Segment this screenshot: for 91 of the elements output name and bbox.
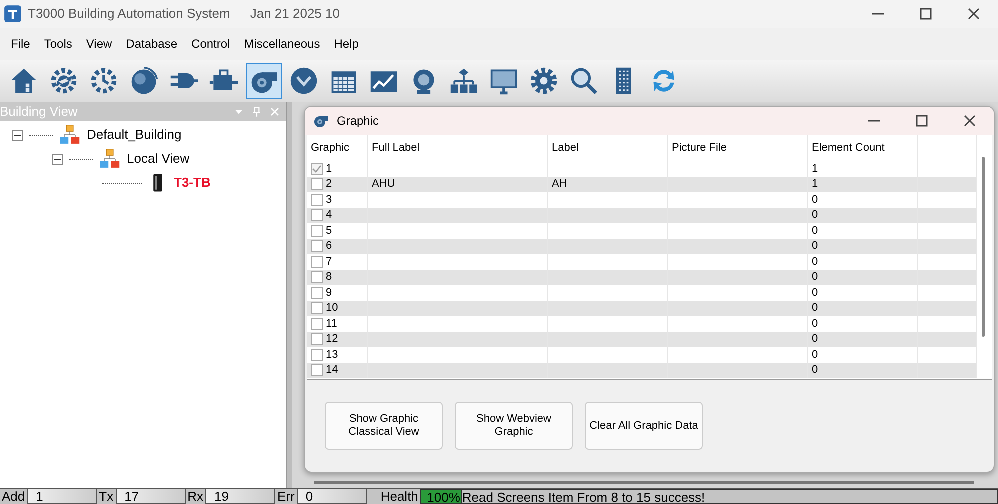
status-field: 17 bbox=[116, 489, 186, 504]
row-number: 8 bbox=[326, 270, 332, 285]
minus-icon[interactable] bbox=[54, 158, 61, 160]
row-number: 4 bbox=[326, 208, 332, 223]
column-header[interactable]: Label bbox=[548, 135, 668, 161]
tree-item[interactable]: T3-TB bbox=[174, 173, 211, 193]
action-button[interactable]: Show Webview Graphic bbox=[455, 402, 573, 450]
expander-toggle[interactable] bbox=[12, 130, 23, 140]
tree-item[interactable]: Default_Building bbox=[87, 125, 182, 145]
minimize-icon bbox=[868, 120, 880, 122]
window-date: Jan 21 2025 10 bbox=[250, 5, 340, 24]
maximize-icon bbox=[920, 8, 932, 20]
menu-item[interactable]: View bbox=[79, 35, 120, 53]
checkbox[interactable] bbox=[311, 333, 323, 346]
status-label: Rx bbox=[186, 489, 204, 504]
dial-icon bbox=[129, 66, 159, 96]
toolbar-button[interactable] bbox=[246, 63, 282, 99]
menu-item[interactable]: Miscellaneous bbox=[237, 35, 328, 53]
checkbox[interactable] bbox=[311, 224, 323, 237]
menu-item[interactable]: Database bbox=[119, 35, 185, 53]
checkbox[interactable] bbox=[311, 178, 323, 190]
status-label: Health bbox=[380, 489, 420, 504]
column-header[interactable]: Full Label bbox=[368, 135, 548, 161]
column-header[interactable]: Picture File bbox=[668, 135, 808, 161]
table-cell: 0 bbox=[808, 332, 918, 347]
checkbox[interactable] bbox=[311, 271, 323, 284]
action-button[interactable]: Show Graphic Classical View bbox=[325, 402, 443, 450]
status-field: 1 bbox=[27, 489, 98, 504]
minimize-icon bbox=[872, 13, 884, 15]
tree-item[interactable]: Local View bbox=[127, 149, 190, 169]
gear-clock-icon bbox=[89, 66, 119, 96]
status-field: 19 bbox=[205, 489, 276, 504]
table-cell: 0 bbox=[808, 208, 918, 223]
checkbox[interactable] bbox=[311, 240, 323, 252]
menu-item[interactable]: Help bbox=[327, 35, 366, 53]
checkbox[interactable] bbox=[311, 162, 323, 175]
column-header[interactable]: Element Count bbox=[808, 135, 918, 161]
scrollbar[interactable] bbox=[314, 481, 974, 484]
row-number: 1 bbox=[326, 162, 332, 176]
checkbox[interactable] bbox=[311, 286, 323, 299]
menu-item[interactable]: Control bbox=[184, 35, 238, 53]
gear-icon bbox=[529, 66, 559, 96]
close-icon bbox=[968, 8, 980, 20]
close-icon bbox=[964, 115, 976, 127]
table-cell: 0 bbox=[808, 270, 918, 285]
table-cell: 0 bbox=[808, 362, 918, 378]
maximize-icon bbox=[916, 115, 928, 127]
table-cell: AHU bbox=[368, 176, 548, 192]
column-header[interactable]: Graphic bbox=[307, 135, 368, 161]
row-number: 3 bbox=[326, 192, 332, 208]
table-cell: AH bbox=[548, 176, 668, 192]
network-icon bbox=[449, 66, 479, 96]
home-icon bbox=[9, 66, 39, 96]
row-number: 14 bbox=[326, 363, 338, 378]
checkbox[interactable] bbox=[311, 348, 323, 361]
menu-item[interactable]: File bbox=[4, 35, 38, 53]
row-number: 11 bbox=[326, 316, 338, 332]
status-field: 0 bbox=[296, 489, 367, 504]
dialog-title: Graphic bbox=[337, 113, 380, 130]
row-number: 5 bbox=[326, 224, 332, 238]
checkbox[interactable] bbox=[311, 318, 323, 330]
status-label: Add bbox=[1, 489, 26, 504]
row-number: 12 bbox=[326, 332, 338, 347]
table-cell: 0 bbox=[808, 300, 918, 316]
row-number: 7 bbox=[326, 254, 332, 270]
window-title: T3000 Building Automation System bbox=[28, 5, 230, 24]
table-cell: 0 bbox=[808, 238, 918, 254]
action-button[interactable]: Clear All Graphic Data bbox=[585, 402, 703, 450]
row-number: 10 bbox=[326, 301, 338, 316]
search-icon bbox=[569, 66, 599, 96]
checkbox[interactable] bbox=[311, 302, 323, 314]
row-number: 13 bbox=[326, 348, 338, 362]
network-group-icon bbox=[59, 124, 81, 146]
app-logo-icon bbox=[4, 5, 22, 23]
menu-item[interactable]: Tools bbox=[37, 35, 80, 53]
minus-icon[interactable] bbox=[14, 134, 21, 136]
row-number: 2 bbox=[326, 177, 332, 192]
checkbox[interactable] bbox=[311, 194, 323, 206]
health-reading: 100% bbox=[426, 490, 462, 504]
network-group-icon bbox=[99, 148, 121, 170]
status-label: Err bbox=[276, 489, 296, 504]
checkbox[interactable] bbox=[311, 256, 323, 268]
row-number: 9 bbox=[326, 286, 332, 300]
row-number: 6 bbox=[326, 239, 332, 254]
chevron-circle-icon bbox=[289, 66, 319, 96]
checkbox[interactable] bbox=[311, 364, 323, 376]
table-cell: 1 bbox=[808, 176, 918, 192]
expander-toggle[interactable] bbox=[52, 154, 63, 164]
status-message: Read Screens Item From 8 to 15 success! bbox=[462, 489, 998, 504]
checkbox[interactable] bbox=[311, 209, 323, 222]
status-label: Tx bbox=[98, 489, 115, 504]
